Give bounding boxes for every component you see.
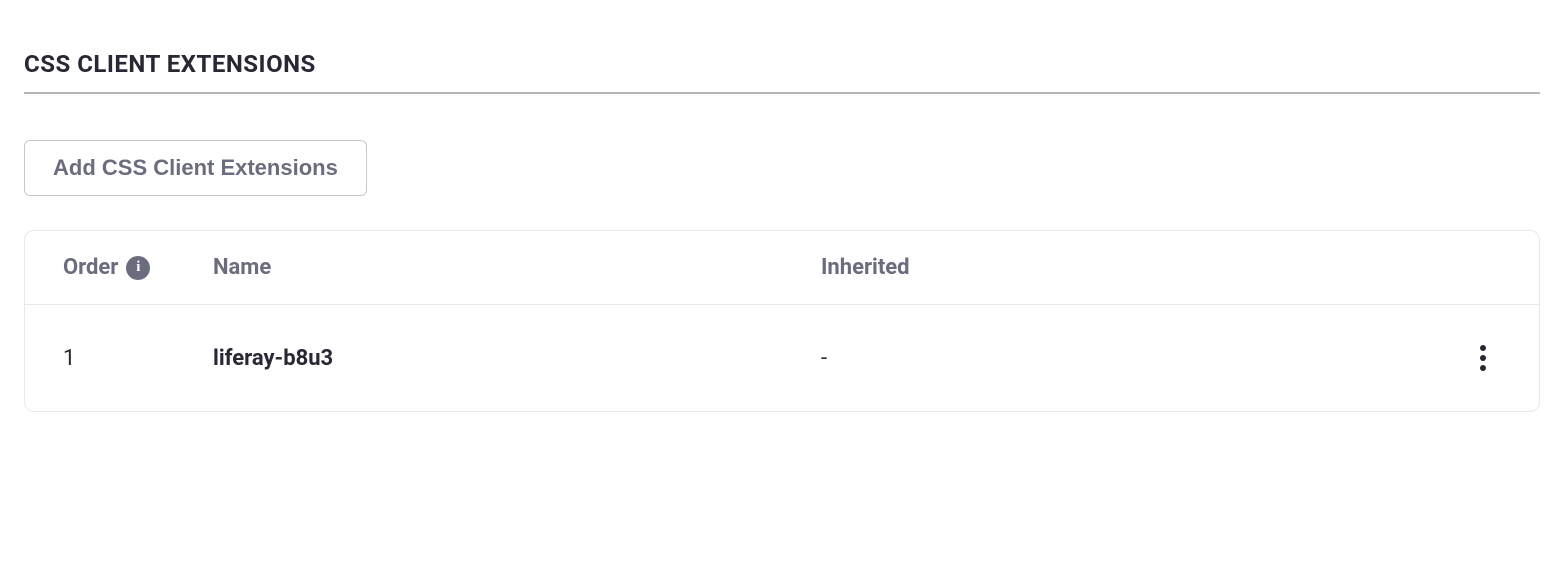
add-css-client-extensions-button[interactable]: Add CSS Client Extensions — [24, 140, 367, 196]
cell-inherited: - — [821, 346, 1441, 371]
cell-actions — [1441, 340, 1501, 376]
table-header-row: Order i Name Inherited — [25, 231, 1539, 305]
cell-order: 1 — [63, 346, 213, 371]
col-header-order: Order i — [63, 255, 213, 280]
table-row: 1 liferay-b8u3 - — [25, 305, 1539, 411]
col-header-order-label: Order — [63, 255, 118, 280]
cell-name: liferay-b8u3 — [213, 346, 821, 371]
extensions-table: Order i Name Inherited 1 liferay-b8u3 - — [24, 230, 1540, 412]
section-title: CSS CLIENT EXTENSIONS — [24, 50, 1540, 94]
kebab-menu-icon — [1480, 345, 1486, 371]
col-header-inherited: Inherited — [821, 255, 1441, 280]
info-icon[interactable]: i — [126, 256, 150, 280]
row-actions-button[interactable] — [1465, 340, 1501, 376]
col-header-name: Name — [213, 255, 821, 280]
